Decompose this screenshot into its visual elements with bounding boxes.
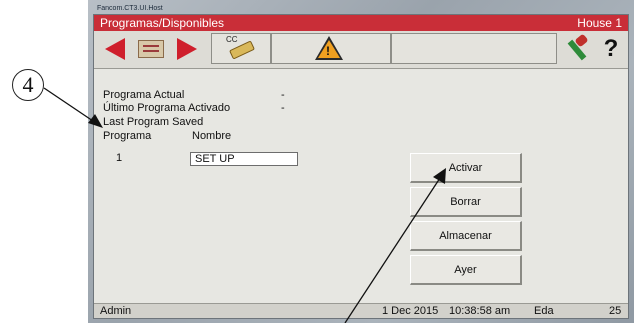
callout-arrows — [43, 87, 446, 323]
callout-arrowhead — [88, 114, 103, 128]
callout-leader-line — [43, 87, 94, 122]
pointer-arrow-line — [344, 177, 441, 323]
pointer-arrowhead — [433, 168, 446, 184]
